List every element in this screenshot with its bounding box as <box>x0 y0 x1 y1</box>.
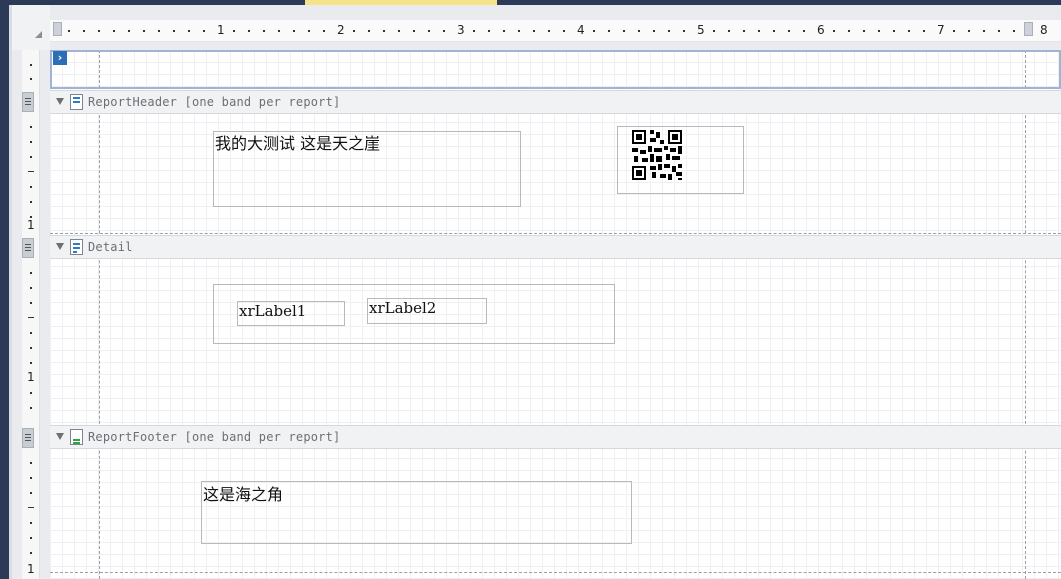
header-label-text: 我的大测试 这是天之崖 <box>215 134 381 153</box>
ruler-number: 7 <box>937 23 945 37</box>
left-frame-border <box>9 5 12 579</box>
collapse-arrow-icon[interactable] <box>56 433 64 440</box>
band-report-header[interactable]: ReportHeader [one band per report] <box>50 90 1061 114</box>
top-margin-band[interactable] <box>50 50 1061 89</box>
ruler-number: 8 <box>1040 23 1048 37</box>
page-bottom-line <box>50 572 1061 573</box>
band-bottom-line <box>50 233 1061 234</box>
band-title: ReportHeader [one band per report] <box>88 95 341 109</box>
ruler-number: 5 <box>697 23 705 37</box>
left-margin-marker[interactable] <box>53 22 62 36</box>
xrlabel2-text: xrLabel2 <box>369 299 437 317</box>
vertical-ruler[interactable]: 1 1 1 <box>22 50 40 579</box>
footer-label-text: 这是海之角 <box>203 485 284 504</box>
band-title: ReportFooter [one band per report] <box>88 430 341 444</box>
vruler-number: 1 <box>27 370 35 384</box>
horizontal-ruler[interactable]: 1 2 3 4 5 6 7 8 <box>50 20 1061 42</box>
report-footer-icon <box>70 429 83 445</box>
left-margin-line <box>99 50 100 579</box>
title-strip <box>0 0 1061 5</box>
right-margin-marker[interactable] <box>1024 22 1033 36</box>
qr-code-icon <box>632 130 682 180</box>
corner-triangle-icon <box>35 31 42 38</box>
xrlabel1-text: xrLabel1 <box>239 302 307 320</box>
band-grip-detail[interactable] <box>22 238 34 258</box>
band-grip-report-header[interactable] <box>22 92 34 112</box>
chevron-right-icon[interactable]: › <box>53 51 67 65</box>
band-title: Detail <box>88 240 133 254</box>
band-detail[interactable]: Detail <box>50 235 1061 259</box>
collapse-arrow-icon[interactable] <box>56 243 64 250</box>
vruler-number: 1 <box>27 218 35 232</box>
left-frame <box>0 5 9 579</box>
report-designer: 1 2 3 4 5 6 7 8 1 1 1 › ReportHeader [on… <box>0 0 1061 579</box>
detail-band-icon <box>70 239 83 255</box>
ruler-number: 1 <box>217 23 225 37</box>
vruler-number: 1 <box>27 562 35 576</box>
ruler-number: 6 <box>817 23 825 37</box>
band-grip-report-footer[interactable] <box>22 428 34 448</box>
ruler-number: 2 <box>337 23 345 37</box>
right-margin-line <box>1025 50 1026 579</box>
ruler-number: 4 <box>577 23 585 37</box>
report-header-icon <box>70 94 83 110</box>
collapse-arrow-icon[interactable] <box>56 98 64 105</box>
active-document-tab[interactable] <box>305 0 497 5</box>
ruler-number: 3 <box>457 23 465 37</box>
band-report-footer[interactable]: ReportFooter [one band per report] <box>50 425 1061 449</box>
ruler-corner[interactable] <box>12 5 50 50</box>
